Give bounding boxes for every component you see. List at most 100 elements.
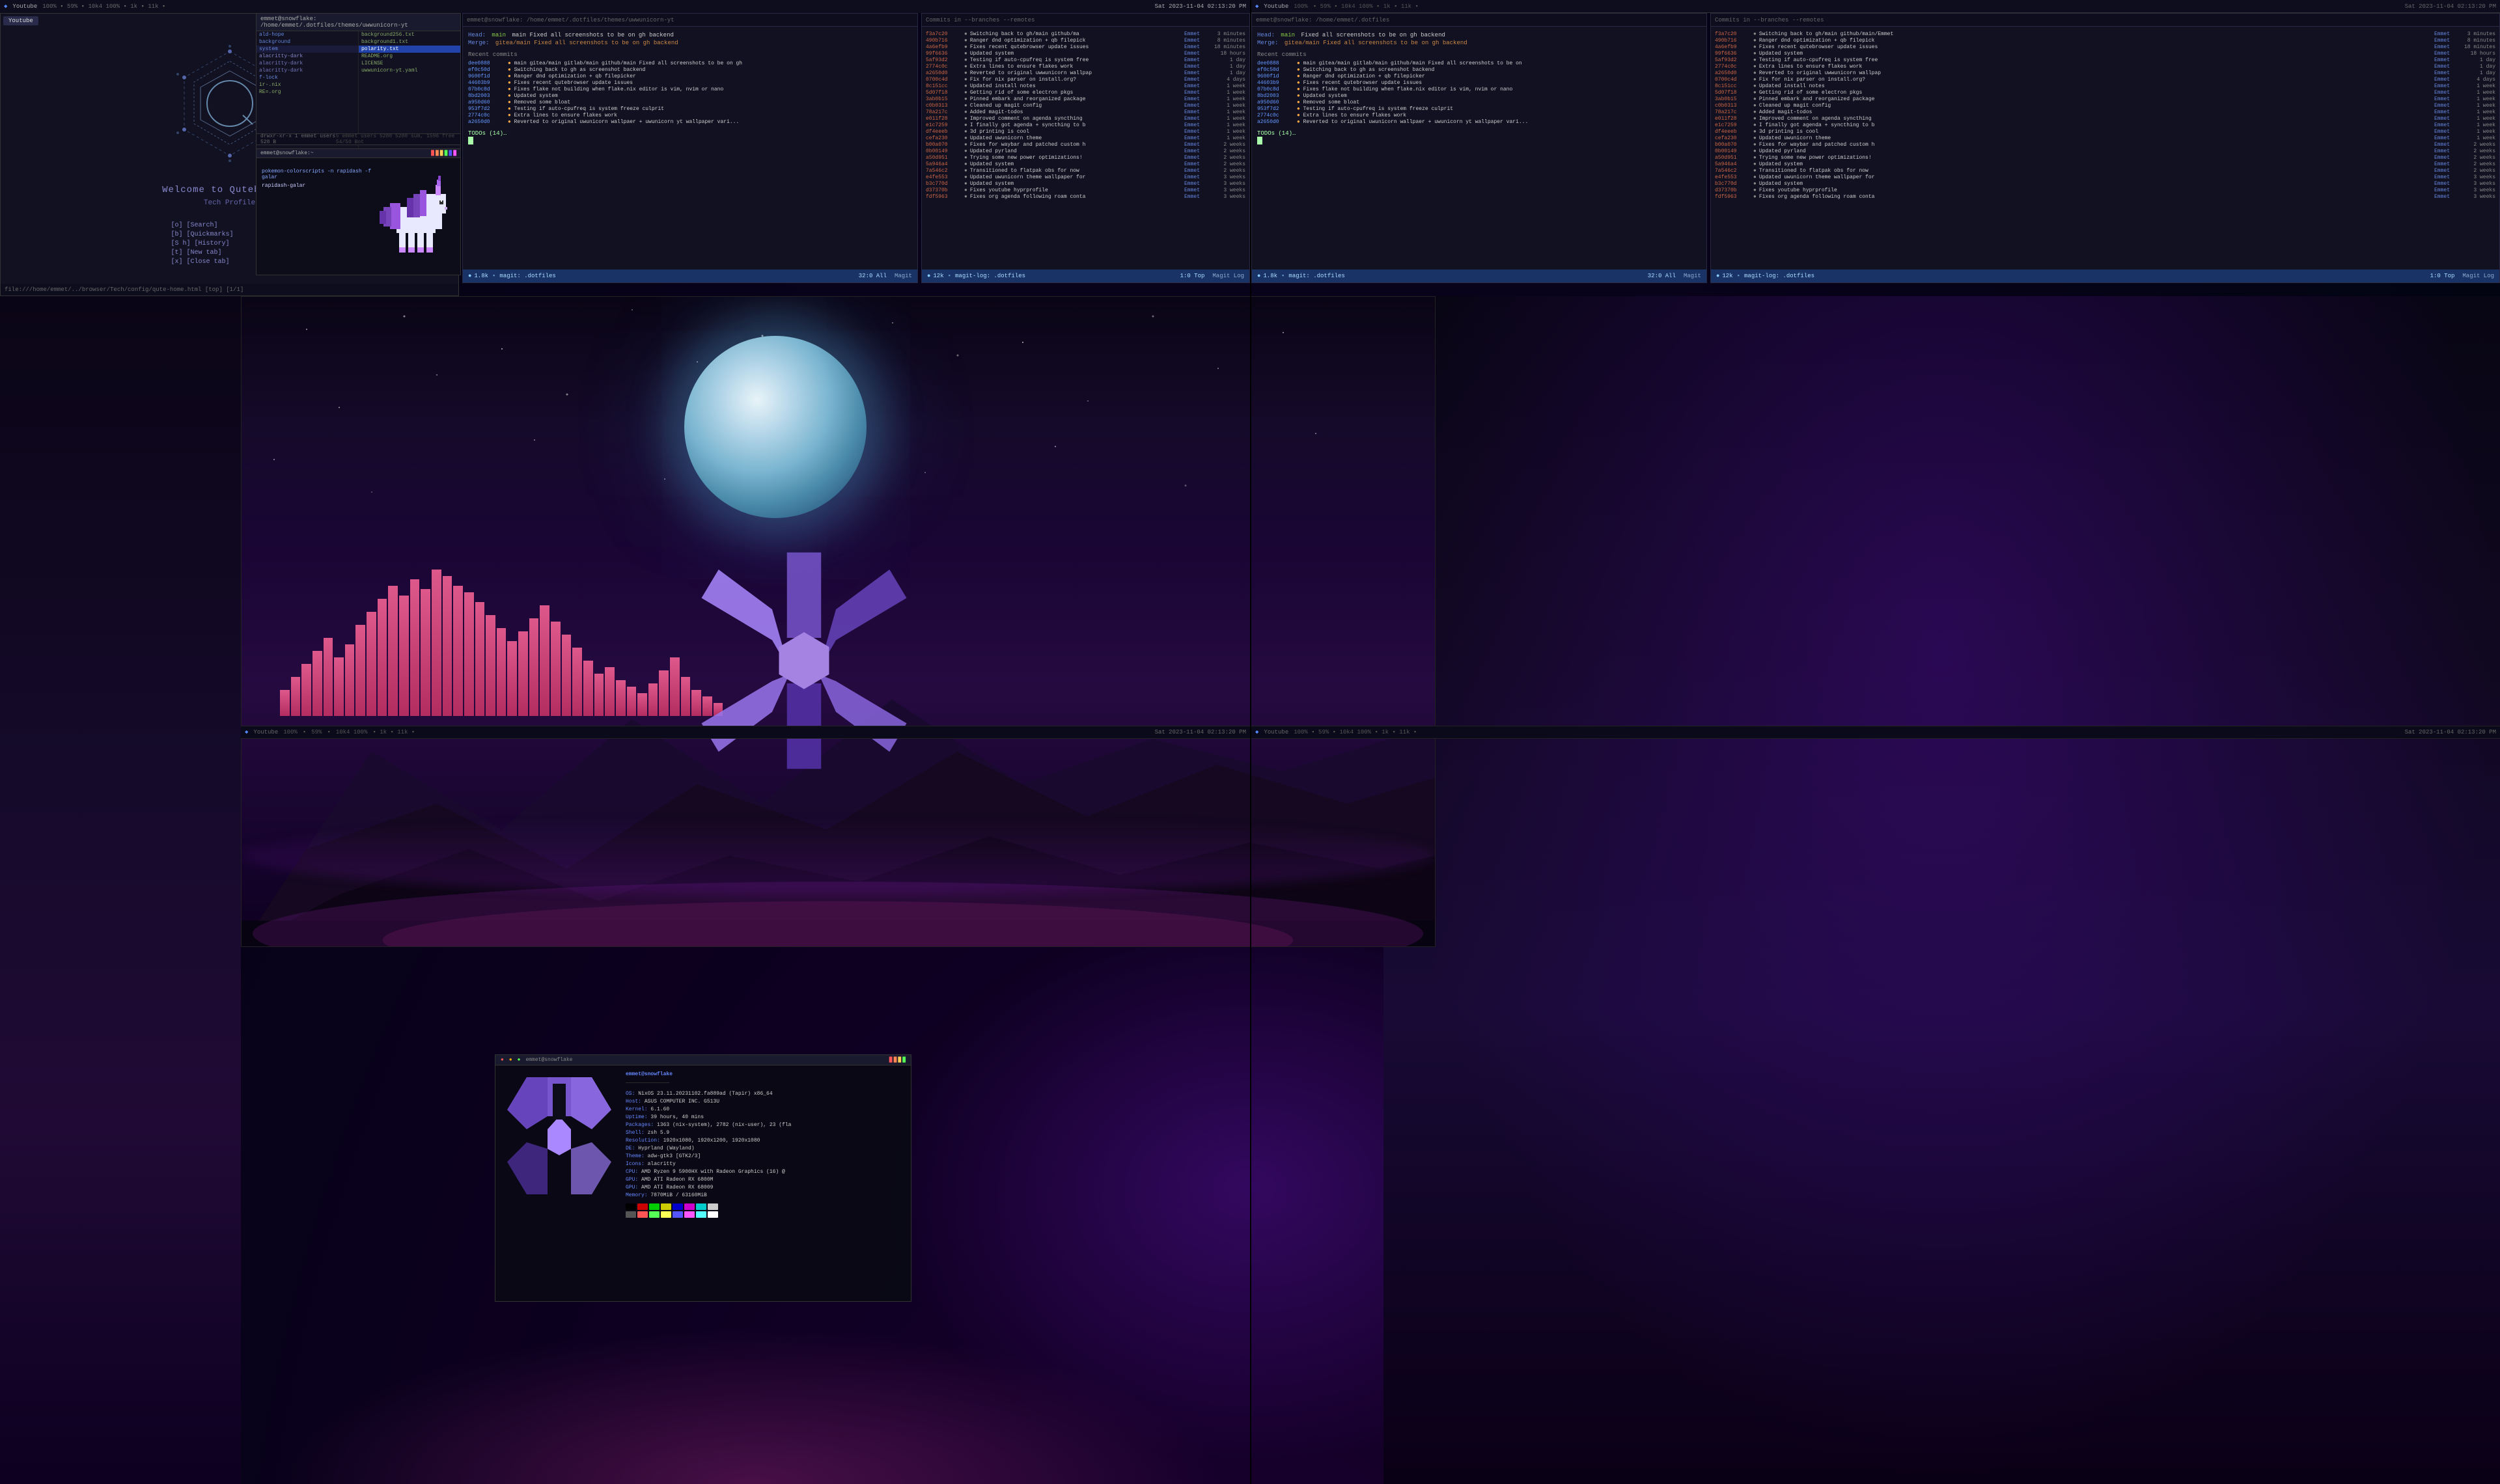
viz-bar — [551, 622, 561, 716]
viz-bar — [518, 631, 528, 716]
log-row-r: 8c151cc●Updated install notesEmmet1 week — [1715, 83, 2495, 89]
log-row-r: 490b716●Ranger dnd optimization + qb fil… — [1715, 38, 2495, 44]
color-block — [649, 1203, 660, 1210]
commit-row-r: a2650d0● Reverted to original uwunicorn … — [1257, 119, 1701, 125]
file-entry[interactable]: ald-hope — [257, 31, 358, 38]
file-entry[interactable]: RE=.org — [257, 89, 358, 96]
git-commit-list: dee0888 ● main gitea/main gitlab/main gi… — [468, 61, 912, 125]
nf-uptime-row: Uptime: 39 hours, 40 mins — [626, 1114, 906, 1121]
taskbar-top-left: ◆ Youtube 100% ▪ 59% ▪ 10k4 100% ▪ 1k ▪ … — [0, 0, 1250, 13]
git-log-statusbar: ● 12k ▪ magit-log: .dotfiles 1:0 Top Mag… — [922, 269, 1249, 282]
commit-row: 953f7d2 ● Testing if auto-cpufreq is sys… — [468, 106, 912, 112]
viz-bar — [594, 674, 604, 716]
file-entry[interactable]: background256.txt — [359, 31, 460, 38]
log-row-r: b00a070●Fixes for waybar and patched cus… — [1715, 142, 2495, 148]
commit-row: 44603b9 ● Fixes recent qutebrowser updat… — [468, 80, 912, 86]
neofetch-info: emmet@snowflake ────────────── OS: NixOS… — [626, 1071, 906, 1296]
viz-bar — [432, 570, 441, 716]
right-wallpaper — [1383, 296, 2500, 1484]
taskbar-time: Sat 2023-11-04 02:13:20 PM — [1155, 729, 1246, 735]
right-git-log-panel: Commits in --branches --remotes f3a7c20●… — [1710, 13, 2500, 283]
log-row: f3a7c20●Switching back to gh/main github… — [926, 31, 1245, 37]
color-block — [661, 1203, 671, 1210]
viz-bar — [334, 657, 344, 716]
file-entry[interactable]: system — [257, 46, 358, 53]
statusbar-indicator: ● — [468, 273, 471, 279]
git-merge-val: gitea/main Fixed all screenshots to be o… — [495, 40, 678, 46]
viz-bar — [443, 576, 452, 716]
log-row-r: b3c770d●Updated systemEmmet3 weeks — [1715, 181, 2495, 187]
log-row: 5d07f18●Getting rid of some electron pkg… — [926, 90, 1245, 96]
nf-cpu-row: CPU: AMD Ryzen 9 5900HX with Radeon Grap… — [626, 1168, 906, 1176]
log-row: 0b00149●Updated pyrlandEmmet2 weeks — [926, 148, 1245, 154]
color-block — [649, 1211, 660, 1218]
file-status-bar: drwxr-xr-x 1 emmet users 528 B 5 emmet u… — [256, 133, 461, 145]
log-row: df4eeeb●3d printing is coolEmmet1 week — [926, 129, 1245, 135]
commit-row-r: a950d60● Removed some bloat — [1257, 100, 1701, 105]
commit-row-r: 8bd2003● Updated system — [1257, 93, 1701, 99]
log-row-r: 3ab0b15●Pinned embark and reorganized pa… — [1715, 96, 2495, 102]
color-block — [673, 1203, 683, 1210]
file-entry[interactable]: alacritty-dark — [257, 60, 358, 67]
git-head-val: main Fixed all screenshots to be on gh b… — [512, 32, 673, 38]
fog-layer — [242, 816, 1435, 894]
file-manager-panel: emmet@snowflake: /home/emmet/.dotfiles/t… — [256, 13, 461, 150]
nf-gpu2-row: GPU: AMD ATI Radeon RX 68009 — [626, 1184, 906, 1192]
log-row: 5af93d2●Testing if auto-cpufreq is syste… — [926, 57, 1245, 63]
statusbar-label: Magit — [895, 273, 912, 279]
nf-icons-row: Icons: alacritty — [626, 1161, 906, 1168]
commit-row-r: 953f7d2● Testing if auto-cpufreq is syst… — [1257, 106, 1701, 112]
color-block — [696, 1203, 706, 1210]
r-taskbar-time-bottom: Sat 2023-11-04 02:13:20 PM — [2405, 729, 2496, 735]
commit-row-r: 9600f1d● Ranger dnd optimization + qb fi… — [1257, 74, 1701, 79]
commit-row-r: 2774c0c● Extra lines to ensure flakes wo… — [1257, 113, 1701, 118]
file-entry[interactable]: alacritty-dark — [257, 67, 358, 74]
viz-bar — [562, 635, 572, 716]
file-entry-selected[interactable]: polarity.txt — [359, 46, 460, 53]
viz-bar — [507, 641, 517, 716]
nf-kernel-row: Kernel: 6.1.60 — [626, 1106, 906, 1114]
file-entry[interactable]: f-lock — [257, 74, 358, 81]
right-git-panel: emmet@snowflake: /home/emmet/.dotfiles H… — [1251, 13, 1707, 283]
log-row: d37370b●Fixes youtube hyprprofileEmmet3 … — [926, 187, 1245, 193]
log-row-r: fdf5963●Fixes org agenda following roam … — [1715, 194, 2495, 200]
nf-memory-row: Memory: 7870MiB / 63160MiB — [626, 1192, 906, 1200]
nix-logo-large — [690, 547, 918, 775]
taskbar-top-right: ◆ Youtube 100% ▪ 59% ▪ 10k4 100% ▪ 1k ▪ … — [1251, 0, 2500, 13]
log-row: a2650d0●Reverted to original uwwunicorn … — [926, 70, 1245, 76]
viz-bar — [345, 644, 355, 716]
viz-bar — [378, 599, 387, 716]
file-entry[interactable]: ir-.nix — [257, 81, 358, 89]
color-blocks — [626, 1203, 906, 1210]
log-row: 99f6636●Updated systemEmmet18 hours — [926, 51, 1245, 57]
log-row: 5a946a4●Updated systemEmmet2 weeks — [926, 161, 1245, 167]
left-edge-wallpaper — [0, 283, 241, 1484]
taskbar-youtube-label: Youtube — [12, 3, 37, 10]
log-row: 4a6efb9●Fixes recent qutebrowser update … — [926, 44, 1245, 50]
log-row-r: df4eeeb●3d printing is coolEmmet1 week — [1715, 129, 2495, 135]
qute-subtitle: Tech Profile — [204, 199, 255, 207]
git-content: Head: main main Fixed all screenshots to… — [463, 27, 917, 269]
file-entry[interactable]: uwwunicorn-yt.yaml — [359, 67, 460, 74]
commit-row: a950d60 ● Removed some bloat — [468, 100, 912, 105]
viz-bar — [540, 605, 549, 716]
right-git-content: Head: main Fixed all screenshots to be o… — [1252, 27, 1706, 269]
taskbar-label: Youtube — [253, 729, 278, 735]
taskbar-datetime: Sat 2023-11-04 02:13:20 PM — [1155, 3, 1246, 10]
viz-bar — [312, 651, 322, 716]
log-row: 7a546c2●Transitioned to flatpak obs for … — [926, 168, 1245, 174]
file-entry[interactable]: background — [257, 38, 358, 46]
log-row-r: 0700c4d●Fix for nix parser on install.or… — [1715, 77, 2495, 83]
file-entry[interactable]: background1.txt — [359, 38, 460, 46]
commit-row: 8bd2003 ● Updated system — [468, 93, 912, 99]
file-entry[interactable]: README.org — [359, 53, 460, 60]
log-row: e4fe553●Updated uwunicorn theme wallpape… — [926, 174, 1245, 180]
log-row-r: f3a7c20●Switching back to gh/main github… — [1715, 31, 2495, 37]
file-entry[interactable]: alacritty-dark — [257, 53, 358, 60]
log-row: 0700c4d●Fix for nix parser on install.or… — [926, 77, 1245, 83]
audio-visualizer — [273, 566, 729, 716]
tab-tech-profile[interactable]: Youtube — [3, 16, 38, 25]
viz-bar — [529, 618, 539, 716]
file-entry[interactable]: LICENSE — [359, 60, 460, 67]
pokemon-body: pokemon-colorscripts -n rapidash -f gala… — [257, 158, 460, 275]
